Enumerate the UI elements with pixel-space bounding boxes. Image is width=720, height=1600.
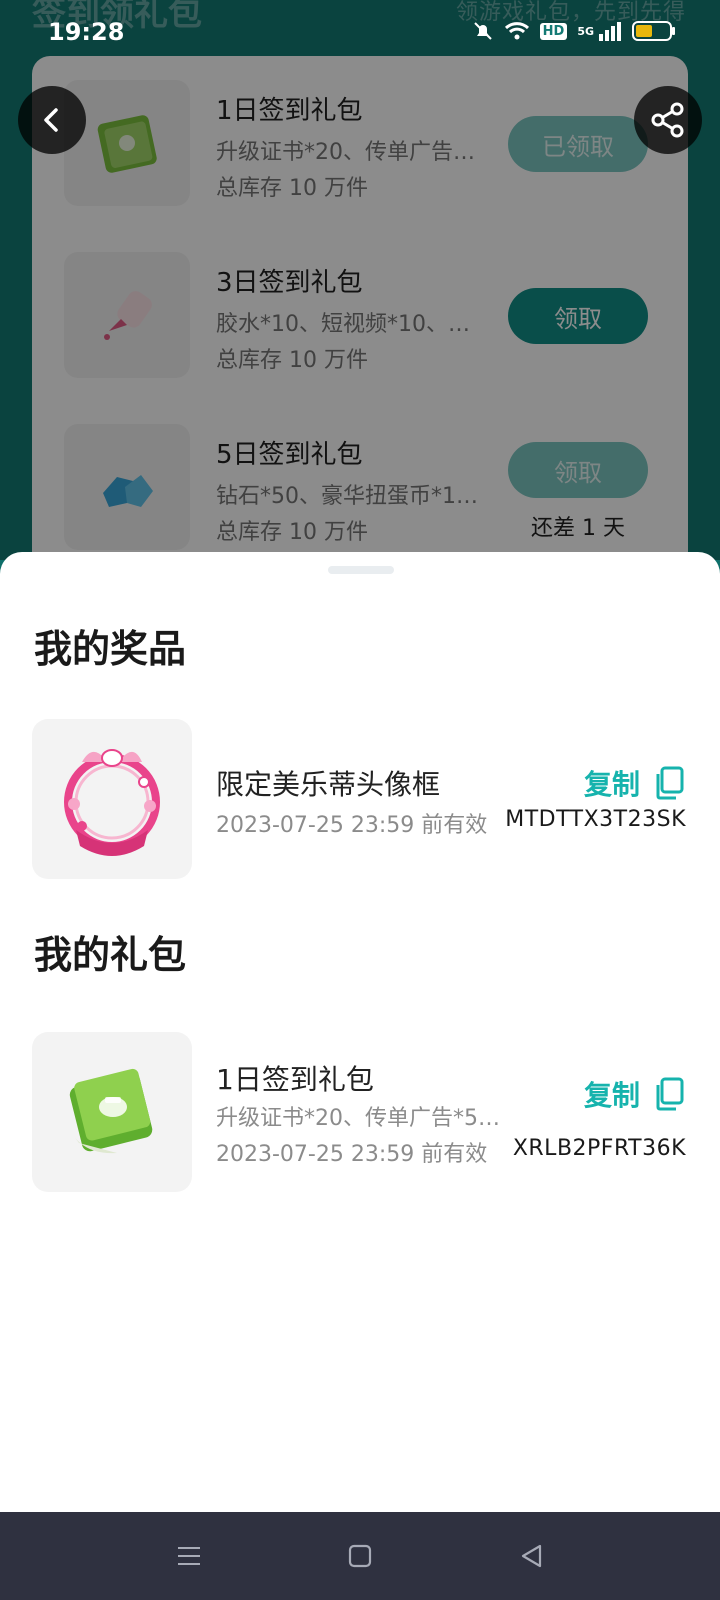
packs-title: 我的礼包: [34, 933, 187, 977]
menu-nav-button[interactable]: [173, 1540, 205, 1572]
pack-item: 1日签到礼包 升级证书*20、传单广告*5… 2023-07-25 23:59 …: [0, 1032, 720, 1192]
prizes-title: 我的奖品: [34, 627, 187, 671]
green-book-icon: [32, 1032, 192, 1192]
pack-expiry: 2023-07-25 23:59 前有效: [216, 1142, 488, 1167]
copy-button[interactable]: 复制: [584, 763, 684, 803]
copy-icon: [656, 1077, 684, 1111]
battery-icon: [632, 21, 675, 41]
copy-label: 复制: [583, 768, 640, 801]
copy-icon: [656, 766, 684, 800]
status-time: 19:28: [48, 18, 125, 46]
pack-name: 1日签到礼包: [216, 1063, 374, 1096]
wifi-icon: [504, 22, 529, 40]
prize-name: 限定美乐蒂头像框: [216, 768, 441, 801]
status-icons: HD 5G: [472, 20, 676, 42]
network-label: 5G: [577, 24, 594, 38]
back-nav-button[interactable]: [516, 1540, 548, 1572]
mute-bell-icon: [473, 22, 492, 40]
pack-code[interactable]: XRLB2PFRT36K: [513, 1136, 686, 1161]
share-button[interactable]: [634, 86, 702, 154]
copy-label: 复制: [583, 1079, 640, 1112]
navigation-bar: [0, 1512, 720, 1600]
status-bar: 19:28 HD 5G: [0, 0, 720, 64]
sheet-handle[interactable]: [328, 566, 394, 574]
dim-overlay[interactable]: [0, 0, 720, 560]
chevron-left-icon: [44, 108, 58, 132]
share-icon: [651, 102, 684, 138]
prize-code[interactable]: MTDTTX3T23SK: [505, 807, 686, 832]
prize-expiry: 2023-07-25 23:59 前有效: [216, 813, 488, 838]
triangle-back-icon: [521, 1544, 542, 1568]
back-button[interactable]: [18, 86, 86, 154]
melody-frame-icon: [32, 719, 192, 879]
home-square-icon: [348, 1544, 372, 1568]
bottom-sheet: 我的奖品 限定美乐蒂头像框 2023-07-25 23:59 前有效 复制 MT…: [0, 552, 720, 1512]
hd-icon: HD: [539, 22, 568, 40]
home-nav-button[interactable]: [344, 1540, 376, 1572]
copy-button[interactable]: 复制: [584, 1074, 684, 1114]
prize-item: 限定美乐蒂头像框 2023-07-25 23:59 前有效 复制 MTDTTX3…: [0, 719, 720, 879]
menu-icon: [178, 1547, 200, 1565]
pack-desc: 升级证书*20、传单广告*5…: [216, 1106, 500, 1131]
signal-icon: [599, 22, 621, 41]
